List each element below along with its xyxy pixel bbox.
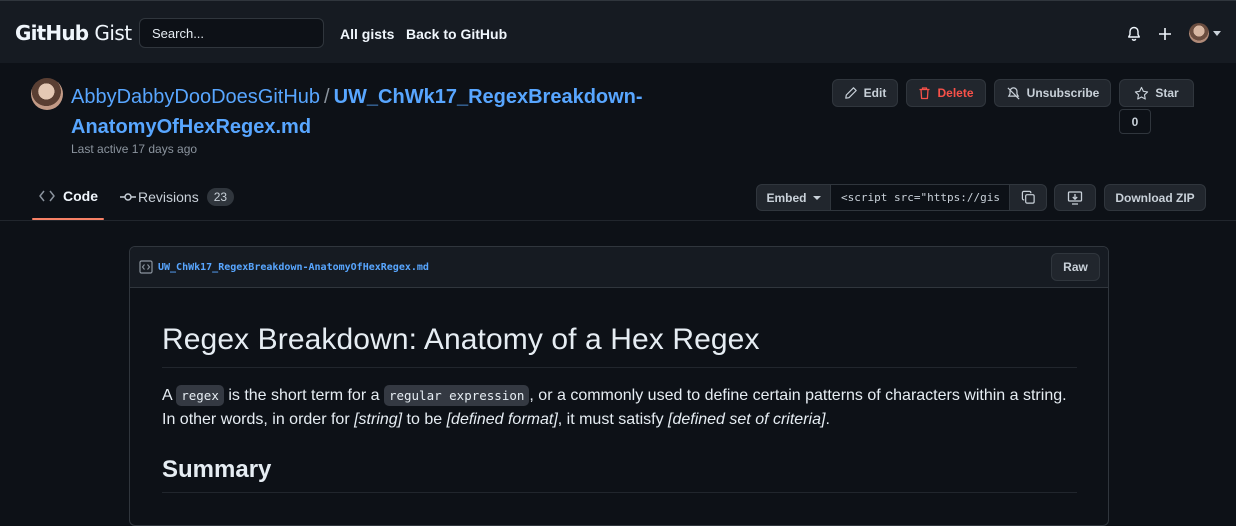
- code-icon: [39, 190, 55, 202]
- user-avatar[interactable]: [1189, 23, 1209, 43]
- git-commit-icon: [120, 193, 136, 201]
- emphasis-defined-criteria: [defined set of criteria]: [668, 411, 826, 428]
- star-button[interactable]: Star: [1119, 79, 1194, 107]
- p-text: .: [825, 411, 830, 428]
- pencil-icon: [844, 87, 857, 99]
- file-box: UW_ChWk17_RegexBreakdown-AnatomyOfHexReg…: [129, 246, 1109, 526]
- embed-group: Embed: [756, 184, 1047, 211]
- summary-heading: Summary: [162, 456, 1077, 493]
- emphasis-string: [string]: [354, 411, 403, 428]
- owner-avatar[interactable]: [31, 78, 63, 110]
- readme-heading: Regex Breakdown: Anatomy of a Hex Regex: [162, 323, 1077, 368]
- open-desktop-button[interactable]: [1054, 184, 1096, 211]
- chevron-down-icon[interactable]: [1213, 31, 1221, 36]
- logo-github-text: GitHub: [15, 21, 89, 45]
- p-text: is the short term for a: [223, 387, 384, 404]
- intro-paragraph: A regex is the short term for a regular …: [162, 384, 1077, 432]
- revisions-count: 23: [206, 188, 235, 206]
- desktop-download-icon: [1067, 190, 1083, 205]
- p-text: A: [162, 387, 177, 404]
- raw-button[interactable]: Raw: [1051, 253, 1100, 281]
- bell-icon[interactable]: [1125, 25, 1143, 43]
- back-to-github-link[interactable]: Back to GitHub: [406, 26, 507, 42]
- title-separator: /: [324, 86, 330, 108]
- logo-gist-text: Gist: [94, 21, 132, 45]
- file-name-link[interactable]: UW_ChWk17_RegexBreakdown-AnatomyOfHexReg…: [158, 262, 429, 273]
- delete-label: Delete: [937, 86, 974, 100]
- edit-button[interactable]: Edit: [832, 79, 898, 107]
- star-count[interactable]: 0: [1119, 109, 1151, 134]
- owner-link[interactable]: AbbyDabbyDooDoesGitHub: [71, 86, 320, 108]
- plus-icon[interactable]: [1156, 25, 1174, 43]
- copy-icon: [1021, 190, 1035, 204]
- emphasis-defined-format: [defined format]: [446, 411, 558, 428]
- markdown-body: Regex Breakdown: Anatomy of a Hex Regex …: [162, 323, 1077, 493]
- top-header: GitHub Gist All gists Back to GitHub: [0, 0, 1236, 63]
- tab-revisions[interactable]: Revisions 23: [120, 188, 235, 206]
- trash-icon: [919, 87, 930, 100]
- gist-title: AbbyDabbyDooDoesGitHub / UW_ChWk17_RegexBr…: [71, 82, 691, 142]
- p-text: , it must satisfy: [557, 411, 669, 428]
- copy-button[interactable]: [1009, 184, 1047, 211]
- search-input[interactable]: [139, 18, 324, 48]
- tab-divider: [0, 220, 1236, 221]
- tab-revisions-label: Revisions: [138, 189, 199, 205]
- last-active-text: Last active 17 days ago: [71, 142, 198, 156]
- all-gists-link[interactable]: All gists: [340, 26, 394, 42]
- tab-code[interactable]: Code: [39, 188, 98, 204]
- unsubscribe-label: Unsubscribe: [1026, 86, 1100, 100]
- embed-code-input[interactable]: [831, 184, 1009, 211]
- chevron-down-icon: [812, 195, 821, 200]
- embed-dropdown[interactable]: Embed: [756, 184, 831, 211]
- github-gist-logo[interactable]: GitHub Gist: [15, 21, 132, 45]
- inline-code-regular-expression: regular expression: [383, 385, 530, 406]
- unsubscribe-button[interactable]: Unsubscribe: [994, 79, 1111, 107]
- star-label: Star: [1155, 86, 1179, 100]
- star-icon: [1135, 86, 1149, 100]
- p-text: to be: [402, 411, 447, 428]
- bell-slash-icon: [1007, 86, 1020, 100]
- edit-label: Edit: [863, 86, 887, 100]
- tab-code-label: Code: [63, 188, 98, 204]
- download-zip-button[interactable]: Download ZIP: [1104, 184, 1206, 211]
- embed-label: Embed: [766, 190, 807, 205]
- file-code-icon: [139, 260, 153, 279]
- file-header: UW_ChWk17_RegexBreakdown-AnatomyOfHexReg…: [130, 247, 1108, 288]
- delete-button[interactable]: Delete: [906, 79, 986, 107]
- inline-code-regex: regex: [176, 385, 224, 406]
